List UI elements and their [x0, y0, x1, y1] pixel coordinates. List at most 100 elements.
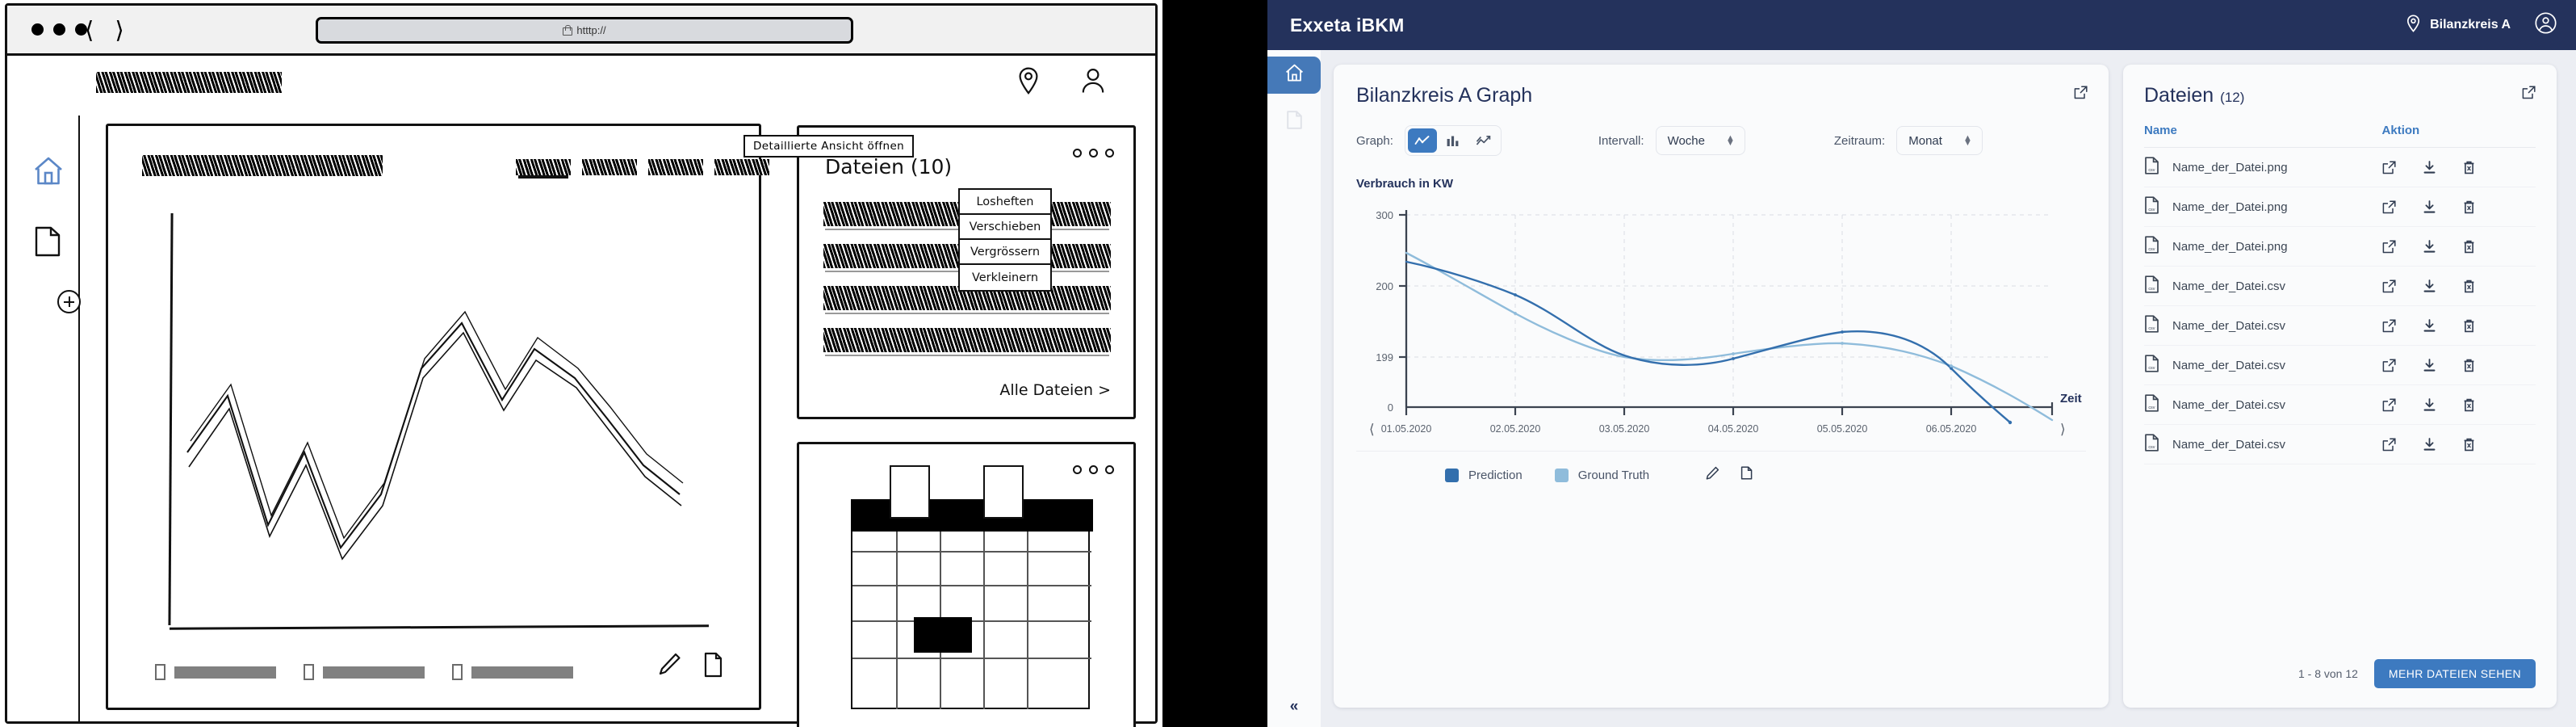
file-csv-icon: csv [2144, 315, 2159, 336]
open-file-icon[interactable] [2382, 397, 2396, 412]
pencil-icon[interactable] [657, 652, 681, 682]
legend-swatch-prediction [1445, 468, 1459, 482]
more-horizontal-icon[interactable] [1073, 149, 1114, 158]
sketch-window-controls[interactable] [31, 23, 87, 36]
graph-type-bar-button[interactable] [1439, 128, 1468, 153]
table-row[interactable]: csv Name_der_Datei.csv [2144, 266, 2536, 306]
delete-file-icon[interactable] [2463, 438, 2475, 452]
download-file-icon[interactable] [2423, 200, 2436, 214]
table-row[interactable]: csv Name_der_Datei.png [2144, 187, 2536, 227]
table-row[interactable]: csv Name_der_Datei.csv [2144, 345, 2536, 385]
file-name-label: Name_der_Datei.csv [2172, 318, 2286, 333]
sketch-header-icons[interactable] [1018, 67, 1105, 95]
user-circle-icon[interactable] [2535, 12, 2557, 38]
table-row[interactable]: csv Name_der_Datei.png [2144, 226, 2536, 267]
screen: ⟨ ⟩ htttp:// Dateien (10) Alle Dateien >… [0, 0, 2576, 727]
open-file-icon[interactable] [2382, 358, 2396, 372]
file-actions-cell [2375, 226, 2536, 267]
sidebar-item-home[interactable] [31, 154, 65, 192]
sketch-add-button[interactable] [57, 290, 81, 313]
table-row[interactable]: csv Name_der_Datei.csv [2144, 305, 2536, 346]
delete-file-icon[interactable] [2463, 240, 2475, 254]
download-file-icon[interactable] [2423, 160, 2436, 174]
table-row[interactable]: csv Name_der_Datei.csv [2144, 424, 2536, 464]
map-pin-icon[interactable] [1018, 67, 1039, 95]
delete-file-icon[interactable] [2463, 161, 2475, 174]
sidebar-item-documents[interactable] [1267, 103, 1321, 141]
sketch-context-menu[interactable]: Losheften Verschieben Vergrössern Verkle… [958, 188, 1052, 292]
open-file-icon[interactable] [2382, 437, 2396, 452]
window-minimize-dot[interactable] [53, 23, 65, 36]
sketch-tab-4[interactable] [714, 159, 769, 175]
column-header-name[interactable]: Name [2144, 124, 2376, 148]
open-file-icon[interactable] [2382, 200, 2396, 214]
external-link-icon[interactable] [2074, 86, 2088, 103]
period-select[interactable]: Monat ▲ ▼ [1896, 126, 1983, 155]
external-link-icon[interactable] [2522, 86, 2536, 103]
context-menu-item-vergroessern[interactable]: Vergrössern [960, 240, 1050, 265]
sketch-tab-2[interactable] [582, 159, 637, 175]
table-row[interactable]: csv Name_der_Datei.csv [2144, 385, 2536, 425]
delete-file-icon[interactable] [2463, 279, 2475, 293]
sketch-legend-item-1 [155, 664, 276, 680]
interval-select[interactable]: Woche ▲ ▼ [1655, 126, 1745, 155]
legend-item-prediction[interactable]: Prediction [1445, 468, 1523, 482]
sketch-legend-item-2 [304, 664, 425, 680]
download-file-icon[interactable] [2423, 279, 2436, 293]
sketch-tab-3[interactable] [648, 159, 703, 175]
sketch-browser-chrome: ⟨ ⟩ htttp:// [7, 6, 1155, 56]
delete-file-icon[interactable] [2463, 359, 2475, 372]
sketch-chart-tools[interactable] [657, 652, 723, 682]
download-file-icon[interactable] [2423, 397, 2436, 412]
open-file-icon[interactable] [2382, 160, 2396, 174]
sketch-graph-tabs[interactable] [516, 159, 769, 175]
sketch-all-files-link[interactable]: Alle Dateien > [999, 381, 1111, 399]
context-menu-item-verschieben[interactable]: Verschieben [960, 215, 1050, 240]
forward-icon[interactable]: ⟩ [115, 17, 124, 44]
balance-group-selector[interactable]: Bilanzkreis A [2406, 14, 2511, 36]
sketch-browser-nav[interactable]: ⟨ ⟩ [85, 17, 124, 44]
sketch-chart-plot [155, 210, 720, 646]
sketch-address-bar[interactable]: htttp:// [316, 17, 853, 44]
open-file-icon[interactable] [2382, 279, 2396, 293]
file-name-label: Name_der_Datei.csv [2172, 279, 2286, 293]
sidebar-collapse-button[interactable]: « [1267, 698, 1321, 716]
open-file-icon[interactable] [2382, 318, 2396, 333]
document-icon[interactable] [1740, 466, 1753, 484]
download-file-icon[interactable] [2423, 239, 2436, 254]
context-menu-item-verkleinern[interactable]: Verkleinern [960, 265, 1050, 290]
legend-item-ground-truth[interactable]: Ground Truth [1554, 468, 1649, 482]
window-close-dot[interactable] [31, 23, 44, 36]
pagination-count: 1 - 8 von 12 [2297, 667, 2358, 680]
chart-plot-area: 300 200 199 0 Zeit 01.05.2020 02.05.2020… [1356, 200, 2083, 443]
topbar-right-group: Bilanzkreis A [2406, 12, 2557, 38]
open-file-icon[interactable] [2382, 239, 2396, 254]
table-row[interactable]: csv Name_der_Datei.png [2144, 147, 2536, 187]
download-file-icon[interactable] [2423, 358, 2436, 372]
more-horizontal-icon[interactable] [1073, 465, 1114, 474]
file-name-cell: csv Name_der_Datei.png [2144, 226, 2376, 267]
context-menu-item-losheften[interactable]: Losheften [960, 190, 1050, 215]
more-files-button[interactable]: MEHR DATEIEN SEHEN [2373, 659, 2536, 688]
sketch-tab-1[interactable] [516, 159, 571, 175]
sidebar-item-home[interactable] [1267, 57, 1321, 94]
graph-type-trend-button[interactable] [1469, 128, 1498, 153]
delete-file-icon[interactable] [2463, 200, 2475, 214]
download-file-icon[interactable] [2423, 318, 2436, 333]
download-file-icon[interactable] [2423, 437, 2436, 452]
chart-tools [1706, 466, 1753, 484]
file-name-cell: csv Name_der_Datei.png [2144, 187, 2376, 227]
document-icon[interactable] [702, 652, 723, 682]
graph-type-label: Graph: [1356, 133, 1393, 148]
graph-type-segmented[interactable] [1404, 125, 1502, 156]
files-card-title: Dateien (12) [2144, 84, 2536, 107]
delete-file-icon[interactable] [2463, 398, 2475, 412]
graph-type-line-button[interactable] [1407, 128, 1437, 153]
delete-file-icon[interactable] [2463, 319, 2475, 333]
back-icon[interactable]: ⟨ [85, 17, 94, 44]
pencil-icon[interactable] [1706, 466, 1719, 484]
sidebar-item-documents[interactable] [31, 225, 64, 263]
column-header-aktion[interactable]: Aktion [2375, 124, 2536, 148]
sketch-grid-selected-cell [914, 617, 972, 653]
user-circle-icon[interactable] [1081, 67, 1105, 95]
